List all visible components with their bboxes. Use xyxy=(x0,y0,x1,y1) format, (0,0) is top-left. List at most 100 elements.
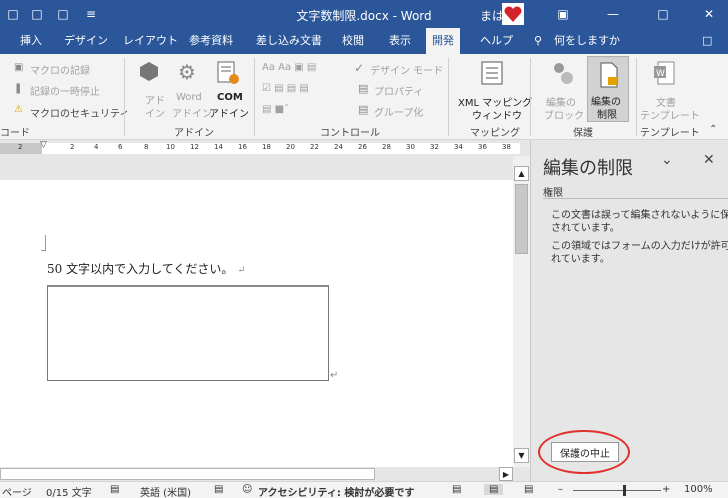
templates-group-label: テンプレート xyxy=(640,128,700,139)
zoom-in-icon[interactable]: + xyxy=(662,484,670,495)
comments-icon[interactable]: □ xyxy=(696,28,718,54)
tab-developer[interactable]: 開発 xyxy=(426,28,460,54)
tab-mailings[interactable]: 差し込み文書 xyxy=(250,28,328,54)
document-template-icon: W xyxy=(652,60,678,89)
com-addin-icon xyxy=(216,60,240,89)
ribbon: ▣ マクロの記録 ❚ 記録の一時停止 ⚠ マクロのセキュリティ コード アド イ… xyxy=(0,54,728,140)
proofing-icon[interactable]: ▤ xyxy=(110,484,119,495)
ruler-tick: 28 xyxy=(382,143,391,151)
ruler-tick: 2 xyxy=(18,143,23,151)
user-name[interactable]: まは xyxy=(480,7,504,24)
record-macro-button[interactable]: マクロの記録 xyxy=(30,62,90,77)
scrollbar-thumb[interactable] xyxy=(515,184,528,254)
document-area: 50 文字以内で入力してください。 ↵ ↵ xyxy=(0,156,513,480)
indent-marker-icon[interactable]: ▽ xyxy=(40,140,47,150)
avatar[interactable] xyxy=(502,3,524,25)
code-group-label: コード xyxy=(0,128,30,139)
horizontal-ruler: ▽ 2 2 4 6 8 10 12 14 16 18 20 22 24 26 2… xyxy=(0,140,530,156)
zoom-slider-thumb[interactable] xyxy=(623,485,626,496)
com-addin-button[interactable]: COM xyxy=(217,92,243,103)
horizontal-scrollbar[interactable]: ▶ xyxy=(0,467,530,481)
scroll-right-icon[interactable]: ▶ xyxy=(499,467,513,481)
xml-mapping-button-line2[interactable]: ウィンドウ xyxy=(472,107,522,122)
word-count[interactable]: 0/15 文字 xyxy=(46,484,92,498)
scroll-down-icon[interactable]: ▼ xyxy=(514,448,529,463)
stop-protection-button[interactable]: 保護の中止 xyxy=(551,442,619,462)
scroll-up-icon[interactable]: ▲ xyxy=(514,166,529,181)
tell-me-box[interactable]: 何をしますか xyxy=(548,28,626,54)
title-bar: □ □ □ ≡ 文字数制限.docx - Word まは ▣ — □ ✕ xyxy=(0,0,728,28)
permissions-heading: 権限 xyxy=(543,188,563,199)
maximize-icon[interactable]: □ xyxy=(640,3,686,25)
tab-layout[interactable]: レイアウト xyxy=(117,28,184,54)
language-indicator[interactable]: 英語 (米国) xyxy=(140,484,191,498)
legacy-tools-icon[interactable]: ▤ ■ˇ xyxy=(262,104,289,115)
ruler-tick: 32 xyxy=(430,143,439,151)
horizontal-scroll-track[interactable] xyxy=(0,468,375,480)
properties-button[interactable]: プロパティ xyxy=(374,83,423,98)
ruler-tick: 8 xyxy=(144,143,149,151)
tab-review[interactable]: 校閲 xyxy=(336,28,370,54)
rich-text-control-icon[interactable]: Aa Aa ▣ ▤ xyxy=(262,62,316,73)
document-page[interactable]: 50 文字以内で入力してください。 ↵ ↵ xyxy=(0,180,513,480)
ribbon-display-icon[interactable]: ▣ xyxy=(540,3,586,25)
pause-recording-button[interactable]: 記録の一時停止 xyxy=(30,83,100,98)
pane-message: されています。 xyxy=(551,223,620,234)
page-indicator[interactable]: ページ xyxy=(2,484,32,498)
zoom-out-icon[interactable]: – xyxy=(558,484,563,495)
ruler-tick: 10 xyxy=(166,143,175,151)
macro-status-icon[interactable]: ▤ xyxy=(214,484,223,495)
status-bar: ページ 0/15 文字 ▤ 英語 (米国) ▤ ☺ アクセシビリティ: 検討が必… xyxy=(0,481,728,498)
ruler-tick: 12 xyxy=(190,143,199,151)
close-icon[interactable]: ✕ xyxy=(703,152,715,168)
design-mode-icon: ✓ xyxy=(354,61,365,75)
ruler-tick: 2 xyxy=(70,143,75,151)
web-layout-icon[interactable]: ▤ xyxy=(524,484,533,495)
tab-design[interactable]: デザイン xyxy=(58,28,114,54)
word-addin-button[interactable]: Word xyxy=(176,92,202,103)
protect-group-label: 保護 xyxy=(573,128,593,139)
addin-button-line2[interactable]: イン xyxy=(145,105,165,120)
group-separator xyxy=(448,58,449,136)
divider xyxy=(543,198,728,199)
group-separator xyxy=(124,58,125,136)
read-mode-icon[interactable]: ▤ xyxy=(452,484,461,495)
accessibility-icon[interactable]: ☺ xyxy=(242,484,252,495)
text-input-control[interactable] xyxy=(47,285,329,381)
group-separator xyxy=(636,58,637,136)
document-template-button-line2[interactable]: テンプレート xyxy=(640,107,700,122)
tab-insert[interactable]: 挿入 xyxy=(14,28,48,54)
addin-icon xyxy=(138,60,160,85)
ruler-tick: 34 xyxy=(454,143,463,151)
word-addin-button-line2[interactable]: アドイン xyxy=(172,105,212,120)
accessibility-status[interactable]: アクセシビリティ: 検討が必要です xyxy=(258,484,414,498)
restrict-editing-pane: 編集の制限 ⌄ ✕ 権限 この文書は誤って編集されないように保護 されています。… xyxy=(530,140,728,481)
com-addin-button-line2[interactable]: アドイン xyxy=(209,105,249,120)
ruler-tick: 20 xyxy=(286,143,295,151)
tab-help[interactable]: ヘルプ xyxy=(474,28,519,54)
collapse-ribbon-icon[interactable]: ⌃ xyxy=(709,124,717,135)
print-layout-icon[interactable]: ▤ xyxy=(484,484,504,495)
svg-text:W: W xyxy=(656,69,665,79)
zoom-slider[interactable] xyxy=(573,490,661,491)
block-authors-icon xyxy=(550,60,574,89)
ruler-tick: 22 xyxy=(310,143,319,151)
paragraph-mark: ↵ xyxy=(237,265,246,276)
checkbox-control-icon[interactable]: ☑ ▤ ▤ ▤ xyxy=(262,83,309,94)
tab-view[interactable]: 表示 xyxy=(383,28,417,54)
vertical-scrollbar[interactable]: ▲ ▼ xyxy=(513,156,530,467)
chevron-down-icon[interactable]: ⌄ xyxy=(661,152,673,168)
mapping-group-label: マッピング xyxy=(470,128,520,139)
restrict-editing-button[interactable]: 編集の 制限 xyxy=(587,56,629,122)
tab-references[interactable]: 参考資料 xyxy=(183,28,239,54)
zoom-level[interactable]: 100% xyxy=(684,484,713,495)
ruler-tick: 16 xyxy=(238,143,247,151)
close-icon[interactable]: ✕ xyxy=(686,3,728,25)
block-authors-button-line2[interactable]: ブロック xyxy=(544,107,584,122)
macro-security-button[interactable]: マクロのセキュリティ xyxy=(30,105,129,120)
xml-mapping-icon xyxy=(480,60,504,89)
design-mode-button[interactable]: デザイン モード xyxy=(370,62,443,77)
minimize-icon[interactable]: — xyxy=(590,3,636,25)
tell-me-icon[interactable]: ⚲ xyxy=(528,28,548,54)
group-button[interactable]: グループ化 xyxy=(374,104,423,119)
